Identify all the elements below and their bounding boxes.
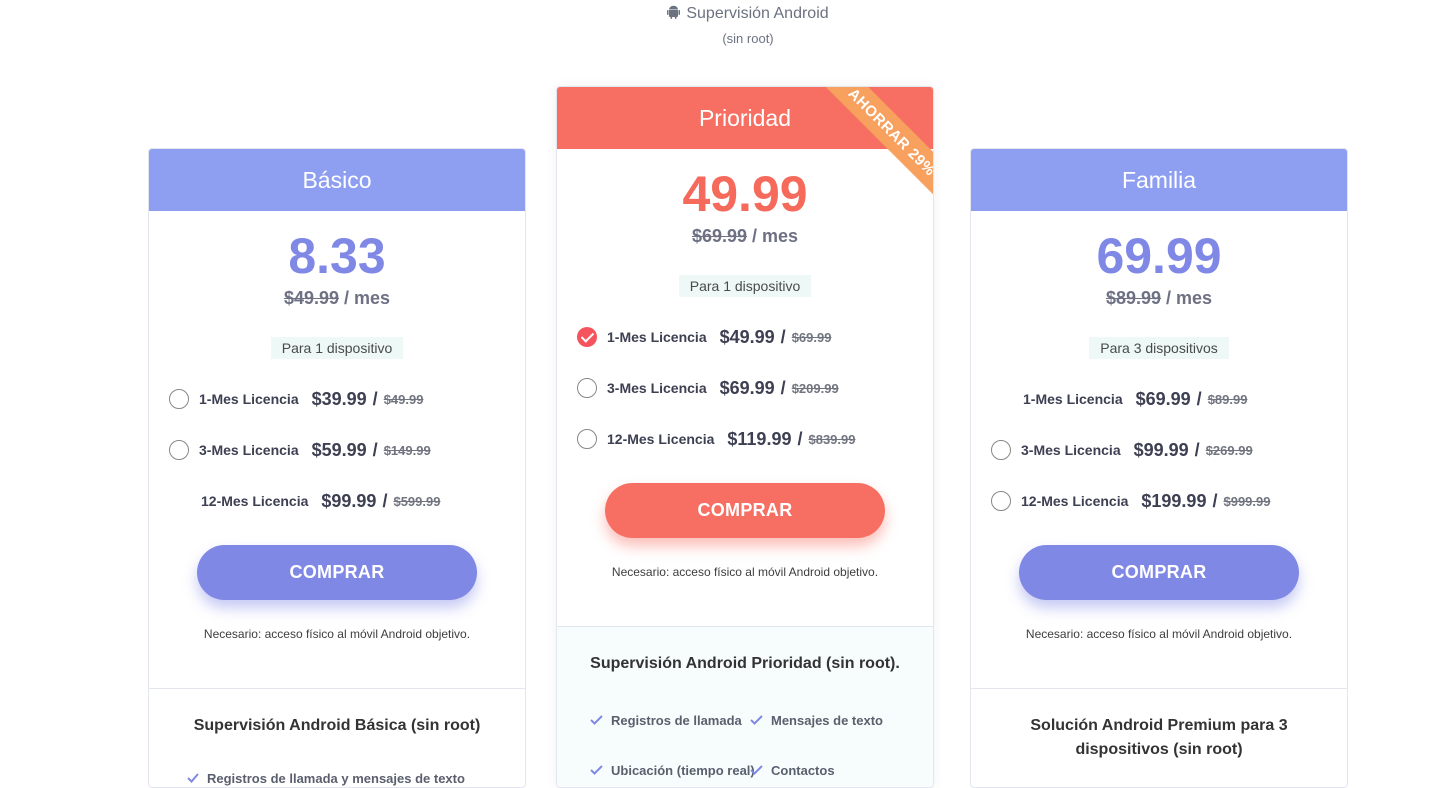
check-icon <box>750 713 763 728</box>
header-title-text: Supervisión Android <box>686 5 829 22</box>
features-title: Supervisión Android Básica (sin root) <box>193 717 481 734</box>
radio-button[interactable] <box>577 429 597 449</box>
plan-old-price-line: $69.99 / mes <box>557 226 933 247</box>
plan-option-3-month[interactable]: 3-Mes Licencia $59.99 / $149.99 <box>169 437 431 463</box>
plan-price: 69.99 <box>1096 228 1222 284</box>
divider <box>971 688 1347 689</box>
check-icon <box>750 763 763 778</box>
buy-button[interactable]: COMPRAR <box>1019 545 1299 600</box>
divider <box>557 626 933 627</box>
radio-button[interactable] <box>169 440 189 460</box>
feature-item: Registros de llamada y mensajes de texto <box>187 771 465 786</box>
plan-card-basic: Básico 8.33 $49.99 / mes Para 1 disposit… <box>148 148 526 788</box>
savings-ribbon: AHORRAR 29% <box>818 87 933 202</box>
plan-per-month: / mes <box>344 288 391 308</box>
plan-option-1-month[interactable]: 1-Mes Licencia $49.99 / $69.99 <box>577 324 831 350</box>
buy-button[interactable]: COMPRAR <box>197 545 477 600</box>
feature-item: Contactos <box>750 763 835 778</box>
plan-option-12-month[interactable]: 12-Mes Licencia $199.99 / $999.99 <box>991 488 1270 514</box>
plan-option-1-month[interactable]: 1-Mes Licencia $69.99 / $89.99 <box>1023 386 1247 412</box>
plan-card-family: Familia 69.99 $89.99 / mes Para 3 dispos… <box>970 148 1348 788</box>
plan-devices-badge: Para 3 dispositivos <box>1089 337 1229 359</box>
requirement-note: Necesario: acceso físico al móvil Androi… <box>611 565 879 579</box>
plan-name: Familia <box>971 149 1347 211</box>
android-icon <box>667 5 681 24</box>
radio-button[interactable] <box>991 491 1011 511</box>
feature-item: Registros de llamada <box>590 713 742 728</box>
header-subtitle: (sin root) <box>722 31 774 46</box>
plan-old-price: $69.99 <box>691 226 747 246</box>
plan-card-priority: Prioridad AHORRAR 29% 49.99 $69.99 / mes… <box>556 86 934 788</box>
plan-devices-badge: Para 1 dispositivo <box>678 275 812 297</box>
check-icon <box>187 771 199 786</box>
divider <box>149 688 525 689</box>
radio-button[interactable] <box>577 378 597 398</box>
plan-price: 8.33 <box>288 228 386 284</box>
plan-old-price: $89.99 <box>1105 288 1161 308</box>
plan-devices-badge: Para 1 dispositivo <box>270 337 404 359</box>
check-icon <box>590 713 603 728</box>
savings-ribbon-label: AHORRAR 29% <box>821 87 933 202</box>
check-icon <box>590 763 603 778</box>
header-title: Supervisión Android <box>0 5 1442 24</box>
plan-per-month: / mes <box>752 226 799 246</box>
radio-button-checked[interactable] <box>577 327 597 347</box>
requirement-note: Necesario: acceso físico al móvil Androi… <box>1025 627 1293 641</box>
feature-item: Ubicación (tiempo real) <box>590 763 755 778</box>
plan-old-price-line: $49.99 / mes <box>149 288 525 309</box>
plan-option-3-month[interactable]: 3-Mes Licencia $69.99 / $209.99 <box>577 375 839 401</box>
buy-button[interactable]: COMPRAR <box>605 483 885 538</box>
requirement-note: Necesario: acceso físico al móvil Androi… <box>203 627 471 641</box>
plan-old-price: $49.99 <box>283 288 339 308</box>
plan-option-1-month[interactable]: 1-Mes Licencia $39.99 / $49.99 <box>169 386 423 412</box>
plan-per-month: / mes <box>1166 288 1213 308</box>
feature-item: Mensajes de texto <box>750 713 883 728</box>
plan-option-12-month[interactable]: 12-Mes Licencia $119.99 / $839.99 <box>577 426 855 452</box>
plan-option-3-month[interactable]: 3-Mes Licencia $99.99 / $269.99 <box>991 437 1253 463</box>
radio-button[interactable] <box>991 440 1011 460</box>
plan-name: Básico <box>149 149 525 211</box>
features-title: Supervisión Android Prioridad (sin root)… <box>590 655 900 672</box>
radio-button[interactable] <box>169 389 189 409</box>
plan-option-12-month[interactable]: 12-Mes Licencia $99.99 / $599.99 <box>201 488 440 514</box>
features-title: Solución Android Premium para 3 disposit… <box>1030 717 1288 758</box>
plan-old-price-line: $89.99 / mes <box>971 288 1347 309</box>
